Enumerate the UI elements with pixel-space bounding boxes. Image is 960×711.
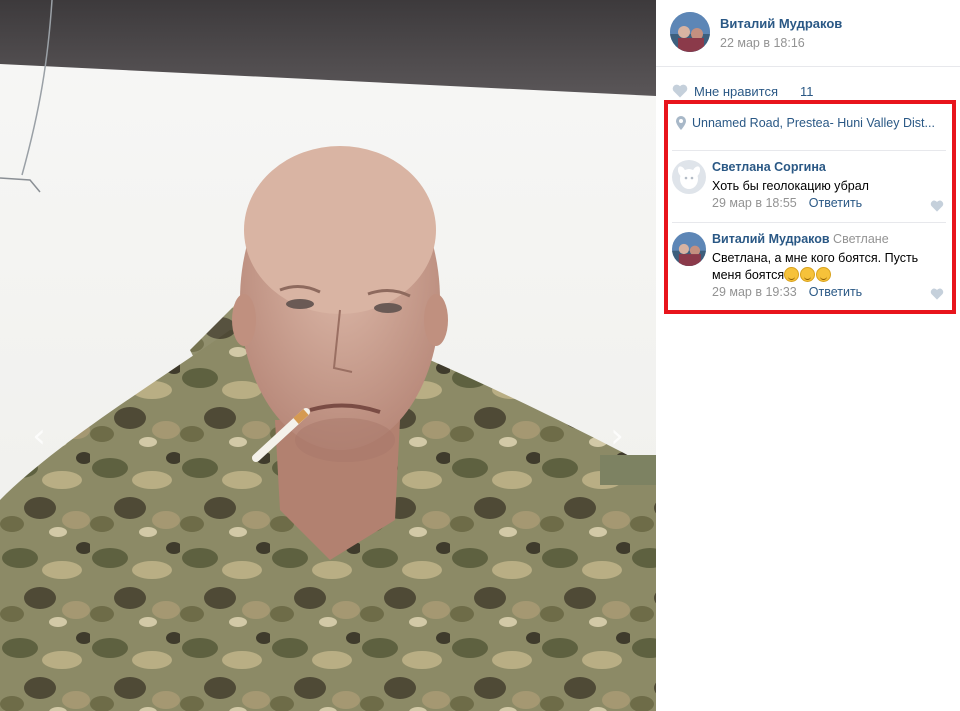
comment-date[interactable]: 29 мар в 19:33 (712, 285, 797, 299)
reply-to-name[interactable]: Светлане (833, 232, 889, 246)
author-name-link[interactable]: Виталий Мудраков (720, 16, 842, 31)
previous-photo-arrow[interactable]: ‹ (24, 418, 54, 454)
location-text: Unnamed Road, Prestea- Huni Valley Dist.… (692, 116, 935, 130)
comment-date[interactable]: 29 мар в 18:55 (712, 196, 797, 210)
geolocation-link[interactable]: Unnamed Road, Prestea- Huni Valley Dist.… (676, 114, 946, 134)
post-side-panel: Виталий Мудраков 22 мар в 18:16 Мне нрав… (656, 0, 960, 711)
author-avatar[interactable] (670, 12, 710, 52)
comment-text: Светлана, а мне кого боятся. Пусть меня … (712, 250, 940, 301)
winking-emoji-icon (800, 267, 816, 282)
comment-body: Светлана, а мне кого боятся. Пусть меня … (712, 251, 919, 282)
comment-item: Виталий Мудраков Светлане Светлана, а мн… (672, 232, 948, 302)
comment-text: Хоть бы геолокацию убрал 29 мар в 18:55 О… (712, 178, 940, 212)
divider (672, 222, 946, 223)
reply-button[interactable]: Ответить (809, 196, 862, 210)
commenter-avatar[interactable] (672, 160, 706, 194)
photo-viewer[interactable]: ‹ › (0, 0, 656, 711)
commenter-name[interactable]: Виталий Мудраков (712, 232, 830, 246)
winking-emoji-icon (816, 267, 832, 282)
post-author: Виталий Мудраков 22 мар в 18:16 (670, 12, 950, 54)
commenter-name-link[interactable]: Виталий Мудраков Светлане (712, 232, 889, 246)
commenter-avatar[interactable] (672, 232, 706, 266)
next-photo-arrow[interactable]: › (602, 418, 632, 454)
comment-item: Светлана Соргина Хоть бы геолокацию убра… (672, 160, 948, 216)
selfie-photo (0, 0, 656, 711)
divider (656, 66, 960, 67)
map-pin-icon (676, 116, 686, 130)
comment-like-heart-icon[interactable] (930, 200, 944, 212)
reply-button[interactable]: Ответить (809, 285, 862, 299)
post-date[interactable]: 22 мар в 18:16 (720, 36, 805, 50)
winking-emoji-icon (784, 267, 800, 282)
divider (672, 150, 946, 151)
like-label: Мне нравится (694, 84, 779, 99)
like-count: 11 (800, 84, 814, 99)
comment-like-heart-icon[interactable] (930, 288, 944, 300)
heart-icon (672, 84, 688, 98)
comment-body: Хоть бы геолокацию убрал (712, 179, 869, 193)
commenter-name-link[interactable]: Светлана Соргина (712, 160, 826, 174)
